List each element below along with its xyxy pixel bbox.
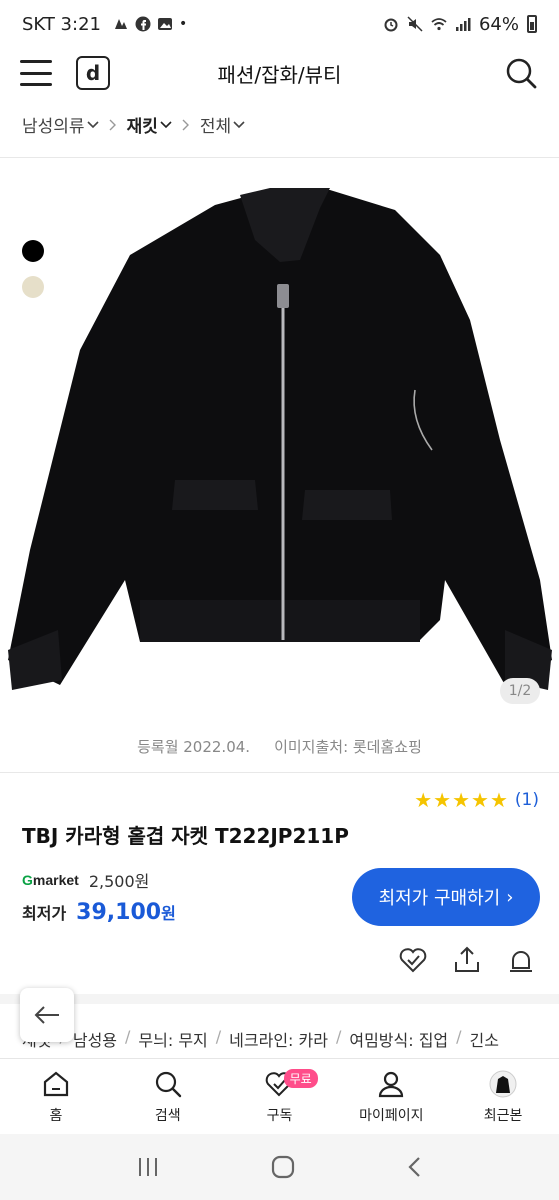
seller-row: Gmarket 2,500원 <box>22 868 149 892</box>
chevron-right-icon: › <box>506 886 514 908</box>
shipping-fee: 2,500원 <box>88 872 150 891</box>
status-left: SKT 3:21 • <box>22 14 187 35</box>
rating[interactable]: ★★★★★ (1) <box>414 788 539 812</box>
person-icon <box>379 1071 404 1097</box>
status-right: 64% <box>383 14 537 35</box>
notification-icons: • <box>113 16 187 32</box>
nav-home[interactable]: 홈 <box>0 1059 112 1134</box>
nav-label: 검색 <box>154 1107 181 1124</box>
action-icons <box>397 944 537 976</box>
star-rating-icon: ★★★★★ <box>414 788 509 812</box>
chevron-down-icon <box>86 120 99 128</box>
image-source: 이미지출처: 롯데홈쇼핑 <box>274 738 422 756</box>
price-unit: 원 <box>161 904 176 923</box>
bottom-nav: 홈 검색 무료 구독 마이페이지 최근본 <box>0 1058 559 1134</box>
nav-recent[interactable]: 최근본 <box>447 1059 559 1134</box>
spec-tags: 재킷/ 남성용/ 무늬: 무지/ 네크라인: 카라/ 여밈방식: 집업/ 긴소 <box>22 1027 499 1051</box>
facebook-icon <box>135 16 151 32</box>
battery-icon <box>527 15 537 33</box>
price-wrap: 39,100원 <box>76 900 176 925</box>
back-button[interactable] <box>20 988 74 1042</box>
nav-label: 최근본 <box>483 1107 523 1124</box>
app-header: d 패션/잡화/뷰티 <box>0 48 559 98</box>
recent-jacket-icon <box>489 1070 517 1097</box>
nav-label: 홈 <box>49 1107 63 1124</box>
signal-icon <box>455 18 471 31</box>
share-icon[interactable] <box>451 944 483 976</box>
logo-letter: d <box>85 61 101 85</box>
buy-lowest-price-button[interactable]: 최저가 구매하기 › <box>352 868 540 926</box>
color-swatch-beige[interactable] <box>22 276 44 298</box>
carrier-time: SKT 3:21 <box>22 13 101 35</box>
back-icon[interactable] <box>405 1155 425 1179</box>
breadcrumb-label: 남성의류 <box>22 117 85 137</box>
chevron-down-icon <box>233 120 245 128</box>
product-image-carousel[interactable]: 1/2 <box>0 160 559 720</box>
spec-tag: 긴소 <box>469 1031 499 1050</box>
danawa-logo[interactable]: d <box>76 56 110 90</box>
price-label: 최저가 <box>22 904 67 923</box>
chevron-right-icon <box>182 119 189 130</box>
section-divider <box>0 994 559 1004</box>
product-title: TBJ 카라형 홑겹 자켓 T222JP211P <box>22 824 349 848</box>
spec-tag: 남성용 <box>72 1031 118 1050</box>
home-icon <box>43 1071 68 1096</box>
menu-icon[interactable] <box>20 60 52 86</box>
android-nav-bar <box>0 1134 559 1200</box>
nav-label: 마이페이지 <box>359 1107 424 1124</box>
spec-tag: 네크라인: 카라 <box>229 1031 328 1050</box>
breadcrumb-label: 재킷 <box>126 117 158 137</box>
breadcrumb-item-jacket[interactable]: 재킷 <box>127 112 172 137</box>
nav-label: 구독 <box>266 1107 293 1124</box>
wishlist-heart-icon[interactable] <box>397 944 429 976</box>
divider <box>0 157 559 158</box>
recent-apps-icon[interactable] <box>135 1156 161 1178</box>
divider <box>0 772 559 773</box>
price-value: 39,100 <box>76 900 162 925</box>
gallery-icon <box>157 18 172 30</box>
mute-icon <box>407 16 423 32</box>
alert-bell-icon[interactable] <box>505 944 537 976</box>
breadcrumb-item-all[interactable]: 전체 <box>200 112 245 137</box>
wifi-icon <box>431 18 447 31</box>
breadcrumb-label: 전체 <box>199 117 232 137</box>
price-row: 최저가 39,100원 <box>22 900 176 925</box>
alarm-icon <box>384 18 398 32</box>
status-bar: SKT 3:21 • 64% <box>0 0 559 48</box>
gmarket-logo: Gmarket <box>22 872 79 888</box>
review-count[interactable]: (1) <box>515 790 539 810</box>
search-icon <box>155 1071 181 1097</box>
nav-subscribe[interactable]: 무료 구독 <box>224 1059 336 1134</box>
search-icon[interactable] <box>503 55 539 91</box>
color-swatch-black[interactable] <box>22 240 44 262</box>
chevron-right-icon <box>109 119 116 130</box>
nav-mypage[interactable]: 마이페이지 <box>335 1059 447 1134</box>
image-caption: 등록월 2022.04. 이미지출처: 롯데홈쇼핑 <box>0 736 559 757</box>
spec-tag: 여밈방식: 집업 <box>349 1031 449 1050</box>
image-page-indicator: 1/2 <box>500 678 540 704</box>
more-notifications-dot: • <box>178 16 188 32</box>
breadcrumb: 남성의류 재킷 전체 <box>22 112 245 137</box>
app-notification-icon <box>114 19 127 29</box>
buy-button-label: 최저가 구매하기 <box>378 888 501 909</box>
spec-tag: 무늬: 무지 <box>138 1031 208 1050</box>
home-button-icon[interactable] <box>270 1154 296 1180</box>
battery-percent: 64% <box>478 13 519 35</box>
registered-date: 등록월 2022.04. <box>137 738 251 756</box>
nav-search[interactable]: 검색 <box>112 1059 224 1134</box>
jacket-image <box>8 188 552 690</box>
breadcrumb-item-men-clothing[interactable]: 남성의류 <box>22 112 99 137</box>
chevron-down-icon <box>160 120 172 128</box>
arrow-left-icon <box>34 1006 59 1024</box>
free-badge: 무료 <box>283 1069 318 1088</box>
